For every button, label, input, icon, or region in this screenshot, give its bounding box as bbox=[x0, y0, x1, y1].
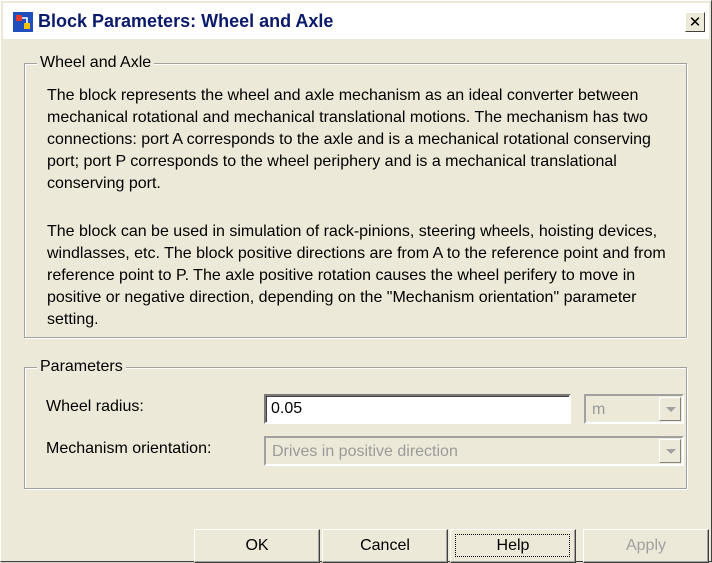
window-title: Block Parameters: Wheel and Axle bbox=[38, 11, 334, 31]
description-legend: Wheel and Axle bbox=[37, 53, 155, 73]
wheel-radius-unit-value: m bbox=[592, 401, 606, 418]
description-paragraph-1: The block represents the wheel and axle … bbox=[47, 87, 651, 192]
apply-button[interactable]: Apply bbox=[583, 529, 709, 563]
chevron-down-icon bbox=[659, 397, 681, 421]
chevron-down-icon bbox=[659, 439, 681, 463]
cancel-button[interactable]: Cancel bbox=[322, 529, 448, 563]
close-button[interactable]: ✕ bbox=[685, 12, 705, 32]
title-bar[interactable]: Block Parameters: Wheel and Axle ✕ bbox=[3, 3, 709, 39]
parameters-group: Parameters bbox=[24, 357, 687, 489]
ok-button[interactable]: OK bbox=[194, 529, 320, 563]
help-button[interactable]: Help bbox=[450, 529, 576, 563]
focus-rectangle bbox=[455, 534, 570, 557]
simulink-block-icon bbox=[13, 12, 33, 32]
mechanism-orientation-select[interactable]: Drives in positive direction bbox=[264, 436, 684, 466]
wheel-radius-input[interactable]: 0.05 bbox=[264, 394, 571, 424]
wheel-radius-label: Wheel radius: bbox=[46, 398, 144, 415]
mechanism-orientation-label: Mechanism orientation: bbox=[46, 440, 212, 457]
parameters-legend: Parameters bbox=[37, 357, 126, 377]
description-paragraph-2: The block can be used in simulation of r… bbox=[47, 223, 666, 328]
close-icon: ✕ bbox=[688, 13, 702, 31]
wheel-radius-unit-select[interactable]: m bbox=[584, 394, 684, 424]
dialog-window: Block Parameters: Wheel and Axle ✕ Wheel… bbox=[0, 0, 712, 563]
mechanism-orientation-value: Drives in positive direction bbox=[272, 443, 458, 460]
